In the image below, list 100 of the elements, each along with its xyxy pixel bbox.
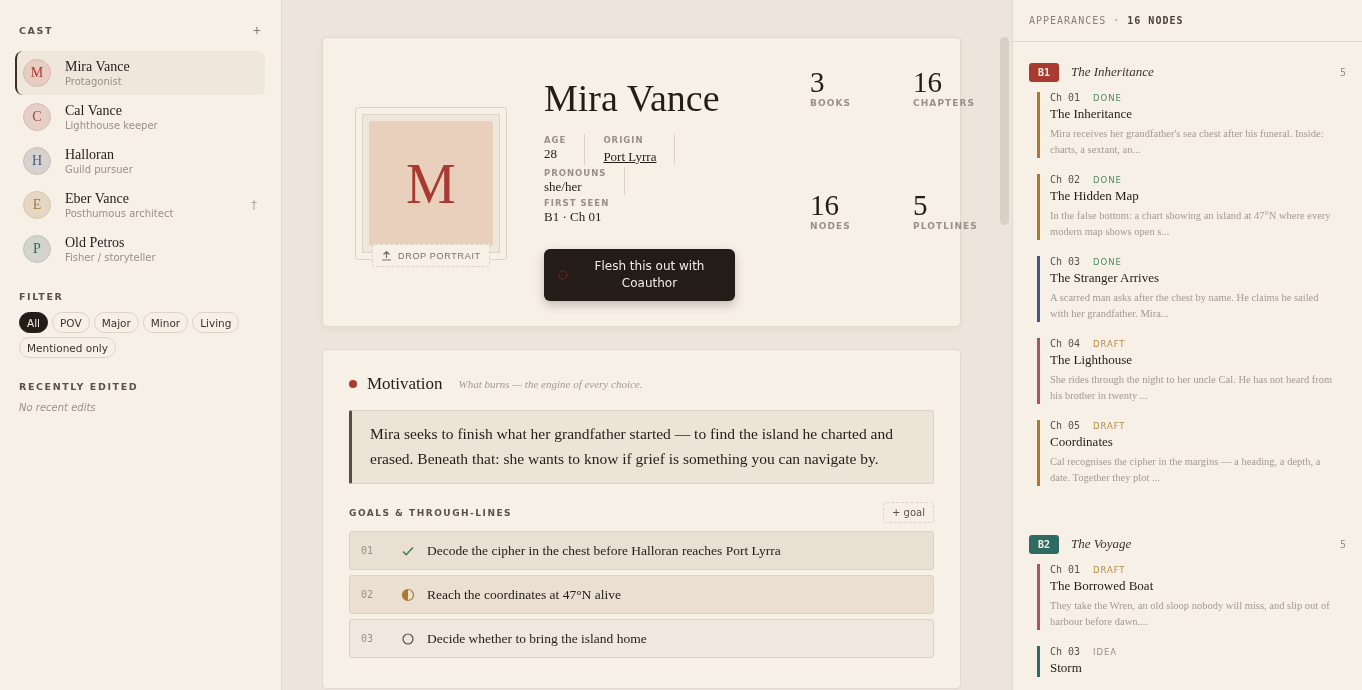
avatar: E <box>23 191 51 219</box>
status-label: DRAFT <box>1093 339 1126 349</box>
chapter-card[interactable]: Ch 05 DRAFT Coordinates Cal recognises the cipher in the margins — a heading, a depth, a date. Together they plot ... <box>1037 420 1346 486</box>
cast-name: Eber Vance <box>65 190 130 207</box>
cast-item[interactable]: M Mira Vance Protagonist <box>15 51 265 95</box>
cast-item[interactable]: P Old Petros Fisher / storyteller <box>15 227 265 271</box>
book-badge: B1 <box>1029 62 1059 82</box>
filter-chip[interactable]: Major <box>93 312 139 333</box>
section-dot <box>349 380 357 388</box>
status-label: DRAFT <box>1093 565 1126 575</box>
chapter-title: Coordinates <box>1050 433 1114 451</box>
chapter-number: Ch 01 <box>1050 564 1081 575</box>
chapter-summary: Cal recognises the cipher in the margins — a heading, a depth, a date. Together they plot ... <box>1050 455 1322 485</box>
avatar: H <box>23 147 51 175</box>
empty-message: No recent edits <box>19 402 97 413</box>
chapter-card[interactable]: Ch 01 DRAFT The Borrowed Boat They take the Wren, an old sloop nobody will miss, and slip out of harbour before dawn.... <box>1037 564 1346 630</box>
chapter-card[interactable]: Ch 02 DONE The Hidden Map In the false bottom: a chart showing an island at 47°N where every modern map shows open s... <box>1037 174 1346 240</box>
cast-name: Mira Vance <box>65 58 131 75</box>
section-subtitle: What burns — the engine of every choice. <box>458 378 643 390</box>
goal-number: 02 <box>361 589 375 600</box>
cast-item[interactable]: C Cal Vance Lighthouse keeper <box>15 95 265 139</box>
section-title: Motivation <box>367 374 443 394</box>
chapter-summary: Mira receives her grandfather's sea chest after his funeral. Inside: charts, a sextant, an... <box>1050 127 1325 157</box>
chapter-card[interactable]: Ch 04 DRAFT The Lighthouse She rides through the night to her uncle Cal. He has not heard from his brother in twenty ... <box>1037 338 1346 404</box>
goal-row[interactable]: 02 Reach the coordinates at 47°N alive <box>349 575 934 614</box>
chapter-number: Ch 03 <box>1050 646 1081 657</box>
cast-name: Old Petros <box>65 234 126 251</box>
chapter-summary: A scarred man asks after the chest by name. He claims he sailed with her grandfather. Mira... <box>1050 291 1320 321</box>
section-heading: RECENTLY EDITED <box>19 381 140 392</box>
chapter-summary: She rides through the night to her uncle Cal. He has not heard from his brother in twenty ... <box>1050 373 1334 403</box>
chapter-title: The Inheritance <box>1050 105 1133 123</box>
section-heading: CAST <box>19 24 54 36</box>
stat-value: 5 <box>913 189 929 221</box>
section-heading: GOALS & THROUGH-LINES <box>349 507 513 518</box>
stat-label: PLOTLINES <box>913 221 979 231</box>
chapter-summary: In the false bottom: a chart showing an island at 47°N where every modern map shows open s... <box>1050 209 1332 239</box>
field-label: AGE <box>544 134 567 146</box>
cast-name: Cal Vance <box>65 102 123 119</box>
chapter-number: Ch 03 <box>1050 256 1081 267</box>
chapter-card[interactable]: Ch 01 DONE The Inheritance Mira receives her grandfather's sea chest after his funeral. Inside: charts, a sextant, an... <box>1037 92 1346 158</box>
status-label: DONE <box>1093 93 1122 103</box>
avatar: P <box>23 235 51 263</box>
goal-number: 01 <box>361 545 375 556</box>
motivation-quote: Mira seeks to finish what her grandfather started — to find the island he charted and erased. Beneath that: she wants to know if grief is something you can navigate by. <box>349 410 934 484</box>
stat-value: 16 <box>913 66 943 98</box>
chapter-title: The Lighthouse <box>1050 351 1133 369</box>
chapter-number: Ch 02 <box>1050 174 1081 185</box>
add-goal-button[interactable]: + goal <box>883 502 934 523</box>
chapter-number: Ch 01 <box>1050 92 1081 103</box>
goal-number: 03 <box>361 633 375 644</box>
half-circle-icon[interactable] <box>401 587 415 602</box>
cast-item[interactable]: E Eber Vance Posthumous architect † <box>15 183 265 227</box>
goal-text: Decide whether to bring the island home <box>427 630 647 647</box>
field-value: she/her <box>544 179 583 195</box>
cast-role: Guild pursuer <box>65 162 134 176</box>
chapter-count: 5 <box>1339 66 1346 78</box>
filter-chip[interactable]: All <box>19 312 49 333</box>
field-value: B1 · Ch 01 <box>544 209 603 225</box>
stat-value: 3 <box>810 66 826 98</box>
field-label: PRONOUNS <box>544 167 607 179</box>
upload-icon <box>381 250 392 261</box>
chapter-count: 5 <box>1339 538 1346 550</box>
chapter-title: The Borrowed Boat <box>1050 577 1155 595</box>
circle-icon[interactable] <box>401 631 415 646</box>
character-name: Mira Vance <box>544 76 721 120</box>
filter-chip[interactable]: POV <box>52 312 90 333</box>
chapter-summary: They take the Wren, an old sloop nobody will miss, and slip out of harbour before dawn.... <box>1050 599 1331 629</box>
panel-title: APPEARANCES · 16 NODES <box>1029 15 1184 26</box>
filter-chip[interactable]: Living <box>192 312 240 333</box>
stat-value: 16 <box>810 189 840 221</box>
cast-name: Halloran <box>65 146 115 163</box>
chapter-title: The Stranger Arrives <box>1050 269 1161 287</box>
chapter-card[interactable]: Ch 03 IDEA Storm <box>1037 646 1346 677</box>
cast-role: Posthumous architect <box>65 206 175 220</box>
cast-role: Lighthouse keeper <box>65 118 159 132</box>
goal-row[interactable]: 01 Decode the cipher in the chest before Halloran reaches Port Lyrra <box>349 531 934 570</box>
cast-item[interactable]: H Halloran Guild pursuer <box>15 139 265 183</box>
book-title: The Voyage <box>1071 536 1133 552</box>
field-label: ORIGIN <box>603 134 645 146</box>
goal-text: Decode the cipher in the chest before Halloran reaches Port Lyrra <box>427 542 781 559</box>
drop-portrait-button[interactable]: DROP PORTRAIT <box>372 244 490 267</box>
section-heading: FILTER <box>19 291 65 302</box>
chapter-card[interactable]: Ch 03 DONE The Stranger Arrives A scarred man asks after the chest by name. He claims he sailed with her grandfather. Mira... <box>1037 256 1346 322</box>
book-title: The Inheritance <box>1071 64 1155 80</box>
coauthor-button[interactable]: Flesh this out with Coauthor <box>544 249 735 301</box>
filter-chip[interactable]: Minor <box>142 312 189 333</box>
cast-role: Protagonist <box>65 74 123 88</box>
chapter-number: Ch 05 <box>1050 420 1081 431</box>
status-label: DONE <box>1093 257 1122 267</box>
goal-text: Reach the coordinates at 47°N alive <box>427 586 621 603</box>
stat-label: BOOKS <box>810 98 853 108</box>
chapter-number: Ch 04 <box>1050 338 1081 349</box>
goal-row[interactable]: 03 Decide whether to bring the island home <box>349 619 934 658</box>
avatar: M <box>23 59 51 87</box>
status-label: DRAFT <box>1093 421 1126 431</box>
origin-link[interactable]: Port Lyrra <box>603 149 657 164</box>
field-value: 28 <box>544 146 558 162</box>
status-label: DONE <box>1093 175 1122 185</box>
chapter-title: The Hidden Map <box>1050 187 1140 205</box>
filter-chip[interactable]: Mentioned only <box>19 337 116 358</box>
